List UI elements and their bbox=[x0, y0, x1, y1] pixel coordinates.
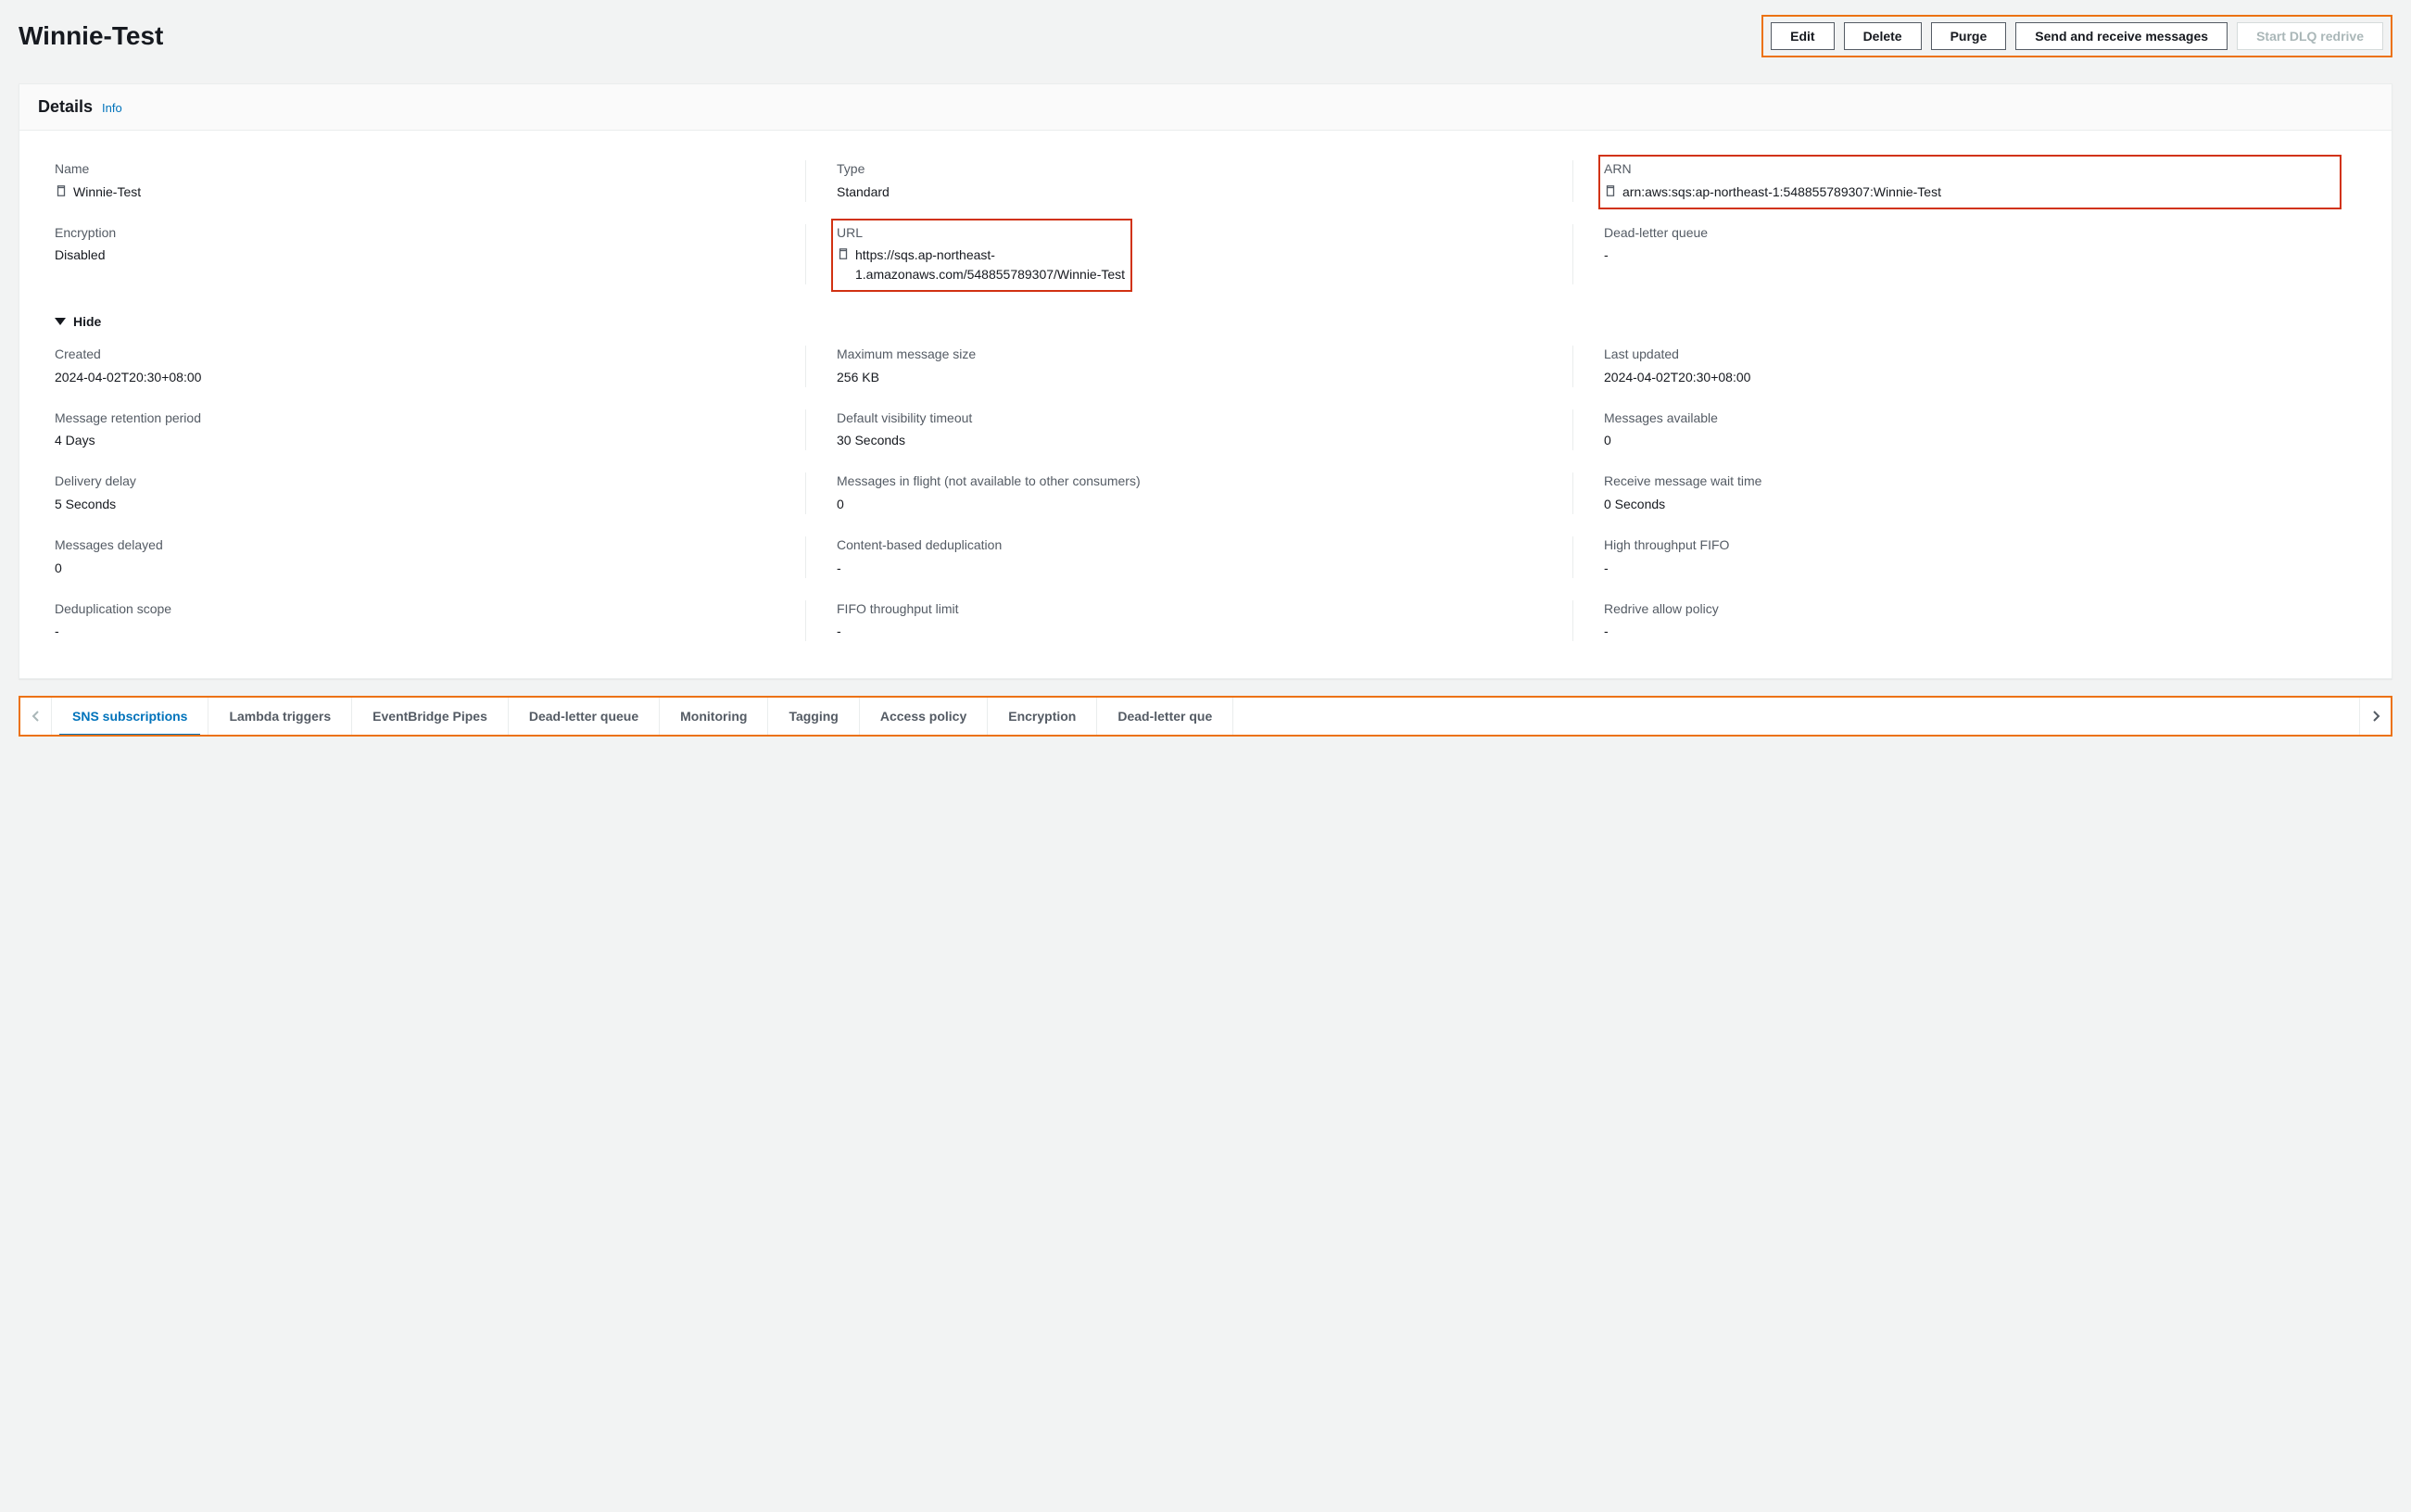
receive-wait-time-label: Receive message wait time bbox=[1604, 472, 2336, 491]
tabs-list: SNS subscriptions Lambda triggers EventB… bbox=[52, 698, 2359, 735]
created-value: 2024-04-02T20:30+08:00 bbox=[55, 368, 201, 387]
name-label: Name bbox=[55, 160, 802, 179]
caret-down-icon bbox=[55, 318, 66, 325]
created-label: Created bbox=[55, 346, 802, 364]
details-panel: Details Info Name Winnie-Test Type Stand… bbox=[19, 83, 2392, 679]
chevron-right-icon bbox=[2371, 710, 2380, 723]
high-throughput-fifo-value: - bbox=[1604, 559, 1609, 578]
last-updated-value: 2024-04-02T20:30+08:00 bbox=[1604, 368, 1750, 387]
send-receive-button[interactable]: Send and receive messages bbox=[2015, 22, 2228, 50]
dedup-scope-value: - bbox=[55, 622, 59, 641]
messages-in-flight-label: Messages in flight (not available to oth… bbox=[837, 472, 1569, 491]
delete-button[interactable]: Delete bbox=[1844, 22, 1922, 50]
tab-monitoring[interactable]: Monitoring bbox=[660, 698, 768, 735]
redrive-allow-policy-label: Redrive allow policy bbox=[1604, 600, 2336, 619]
tab-access-policy[interactable]: Access policy bbox=[860, 698, 988, 735]
max-msg-size-label: Maximum message size bbox=[837, 346, 1569, 364]
messages-in-flight-value: 0 bbox=[837, 495, 844, 514]
hide-label: Hide bbox=[73, 314, 101, 329]
tab-sns-subscriptions[interactable]: SNS subscriptions bbox=[52, 698, 208, 735]
max-msg-size-value: 256 KB bbox=[837, 368, 879, 387]
details-body: Name Winnie-Test Type Standard ARN bbox=[19, 131, 2392, 678]
info-link[interactable]: Info bbox=[102, 101, 122, 115]
tabs-bar: SNS subscriptions Lambda triggers EventB… bbox=[19, 696, 2392, 737]
tab-encryption[interactable]: Encryption bbox=[988, 698, 1097, 735]
dedup-scope-label: Deduplication scope bbox=[55, 600, 802, 619]
fifo-throughput-limit-value: - bbox=[837, 622, 841, 641]
dlq-label: Dead-letter queue bbox=[1604, 224, 2336, 243]
start-dlq-redrive-button: Start DLQ redrive bbox=[2237, 22, 2383, 50]
high-throughput-fifo-label: High throughput FIFO bbox=[1604, 536, 2336, 555]
messages-available-label: Messages available bbox=[1604, 410, 2336, 428]
messages-delayed-label: Messages delayed bbox=[55, 536, 802, 555]
tab-eventbridge-pipes[interactable]: EventBridge Pipes bbox=[352, 698, 509, 735]
arn-label: ARN bbox=[1604, 160, 2336, 179]
edit-button[interactable]: Edit bbox=[1771, 22, 1834, 50]
arn-highlight: ARN arn:aws:sqs:ap-northeast-1:548855789… bbox=[1598, 155, 2342, 209]
last-updated-label: Last updated bbox=[1604, 346, 2336, 364]
details-header: Details Info bbox=[19, 84, 2392, 131]
content-dedup-label: Content-based deduplication bbox=[837, 536, 1569, 555]
page-header: Winnie-Test Edit Delete Purge Send and r… bbox=[19, 15, 2392, 57]
delivery-delay-value: 5 Seconds bbox=[55, 495, 116, 514]
hide-toggle[interactable]: Hide bbox=[55, 314, 2356, 329]
tabs-scroll-right[interactable] bbox=[2359, 698, 2391, 735]
messages-delayed-value: 0 bbox=[55, 559, 62, 578]
retention-value: 4 Days bbox=[55, 431, 95, 450]
encryption-value: Disabled bbox=[55, 246, 105, 265]
tab-dead-letter-queue-overflow[interactable]: Dead-letter que bbox=[1097, 698, 1233, 735]
fifo-throughput-limit-label: FIFO throughput limit bbox=[837, 600, 1569, 619]
arn-value: arn:aws:sqs:ap-northeast-1:548855789307:… bbox=[1622, 183, 1941, 202]
dlq-value: - bbox=[1604, 246, 1609, 265]
delivery-delay-label: Delivery delay bbox=[55, 472, 802, 491]
tab-dead-letter-queue[interactable]: Dead-letter queue bbox=[509, 698, 660, 735]
tabs-scroll-left[interactable] bbox=[20, 698, 52, 735]
encryption-label: Encryption bbox=[55, 224, 802, 243]
tab-tagging[interactable]: Tagging bbox=[768, 698, 859, 735]
copy-icon[interactable] bbox=[55, 184, 68, 197]
url-highlight: URL https://sqs.ap-northeast-1.amazonaws… bbox=[831, 219, 1132, 293]
visibility-timeout-label: Default visibility timeout bbox=[837, 410, 1569, 428]
content-dedup-value: - bbox=[837, 559, 841, 578]
retention-label: Message retention period bbox=[55, 410, 802, 428]
action-bar: Edit Delete Purge Send and receive messa… bbox=[1761, 15, 2392, 57]
purge-button[interactable]: Purge bbox=[1931, 22, 2007, 50]
details-title: Details bbox=[38, 97, 93, 117]
type-value: Standard bbox=[837, 183, 890, 202]
chevron-left-icon bbox=[32, 710, 41, 723]
redrive-allow-policy-value: - bbox=[1604, 622, 1609, 641]
name-value: Winnie-Test bbox=[73, 183, 141, 202]
copy-icon[interactable] bbox=[1604, 184, 1617, 197]
type-label: Type bbox=[837, 160, 1569, 179]
tab-lambda-triggers[interactable]: Lambda triggers bbox=[208, 698, 352, 735]
messages-available-value: 0 bbox=[1604, 431, 1611, 450]
url-value: https://sqs.ap-northeast-1.amazonaws.com… bbox=[855, 246, 1127, 284]
page-title: Winnie-Test bbox=[19, 21, 163, 51]
visibility-timeout-value: 30 Seconds bbox=[837, 431, 905, 450]
receive-wait-time-value: 0 Seconds bbox=[1604, 495, 1665, 514]
copy-icon[interactable] bbox=[837, 247, 850, 260]
url-label: URL bbox=[837, 224, 1127, 243]
